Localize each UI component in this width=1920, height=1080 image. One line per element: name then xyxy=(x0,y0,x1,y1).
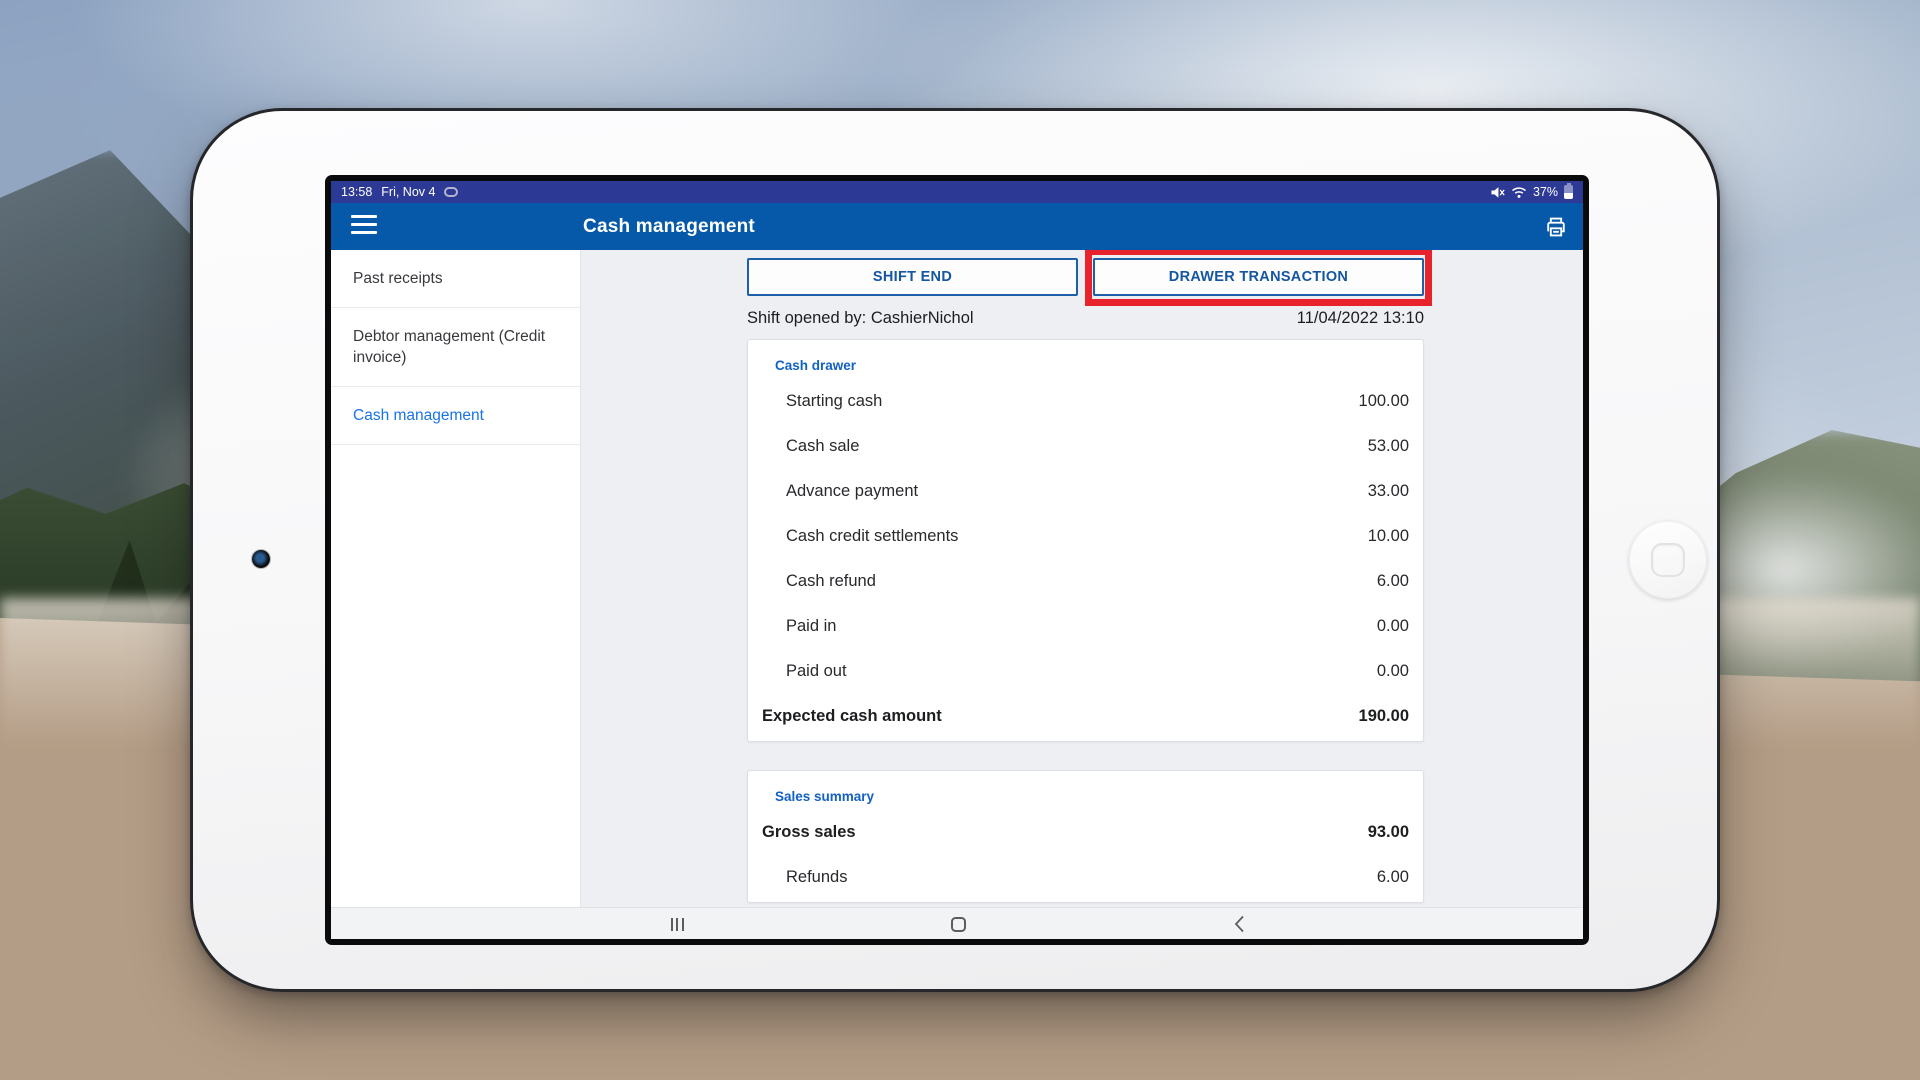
cash-drawer-card: Cash drawer Starting cash100.00 Cash sal… xyxy=(747,339,1424,742)
android-nav-bar xyxy=(331,907,1583,939)
table-row: Paid out0.00 xyxy=(762,649,1409,694)
status-bar: 13:58 Fri, Nov 4 xyxy=(331,181,1583,203)
wifi-icon xyxy=(1511,186,1527,199)
table-row: Cash sale53.00 xyxy=(762,424,1409,469)
scene: 13:58 Fri, Nov 4 xyxy=(0,0,1920,1080)
battery-percent: 37% xyxy=(1533,185,1558,199)
content-area: Past receipts Debtor management (Credit … xyxy=(331,250,1583,907)
page-title: Cash management xyxy=(583,203,755,250)
sidebar-item-cash-management[interactable]: Cash management xyxy=(331,387,580,445)
menu-icon[interactable] xyxy=(351,215,377,237)
main-panel: SHIFT END DRAWER TRANSACTION Shift opene… xyxy=(581,250,1583,907)
table-row: Advance payment33.00 xyxy=(762,469,1409,514)
table-row: Cash refund6.00 xyxy=(762,559,1409,604)
status-time: 13:58 xyxy=(341,185,372,199)
camera-icon xyxy=(252,550,270,568)
app-window: 13:58 Fri, Nov 4 xyxy=(331,181,1583,939)
sidebar: Past receipts Debtor management (Credit … xyxy=(331,250,581,907)
shift-opened-at: 11/04/2022 13:10 xyxy=(1297,309,1424,328)
recents-icon[interactable] xyxy=(647,908,707,939)
status-date: Fri, Nov 4 xyxy=(381,185,435,199)
mute-icon xyxy=(1490,186,1505,199)
sales-summary-card: Sales summary Gross sales93.00 Refunds6.… xyxy=(747,770,1424,903)
shift-opened-by: Shift opened by: CashierNichol xyxy=(747,309,974,328)
table-row-total: Gross sales93.00 xyxy=(762,810,1409,855)
home-button-square-icon xyxy=(1651,543,1685,577)
shift-end-button[interactable]: SHIFT END xyxy=(747,258,1078,296)
table-row-total: Expected cash amount190.00 xyxy=(762,694,1409,739)
battery-icon xyxy=(1564,185,1573,199)
shift-info: Shift opened by: CashierNichol 11/04/202… xyxy=(747,309,1424,328)
sidebar-item-past-receipts[interactable]: Past receipts xyxy=(331,250,580,308)
notification-chip-icon xyxy=(444,187,458,197)
home-button[interactable] xyxy=(1629,521,1707,599)
sidebar-item-debtor-management[interactable]: Debtor management (Credit invoice) xyxy=(331,308,580,387)
card-title: Sales summary xyxy=(775,789,1409,804)
drawer-transaction-button[interactable]: DRAWER TRANSACTION xyxy=(1093,258,1424,296)
back-icon[interactable] xyxy=(1209,908,1269,939)
table-row: Cash credit settlements10.00 xyxy=(762,514,1409,559)
tablet-device: 13:58 Fri, Nov 4 xyxy=(190,108,1720,992)
tablet-screen: 13:58 Fri, Nov 4 xyxy=(325,175,1589,945)
app-bar: Cash management xyxy=(331,203,1583,250)
table-row: Starting cash100.00 xyxy=(762,379,1409,424)
table-row: Refunds6.00 xyxy=(762,855,1409,900)
card-title: Cash drawer xyxy=(775,358,1409,373)
table-row: Paid in0.00 xyxy=(762,604,1409,649)
print-icon[interactable] xyxy=(1542,213,1570,241)
home-icon[interactable] xyxy=(928,908,988,939)
